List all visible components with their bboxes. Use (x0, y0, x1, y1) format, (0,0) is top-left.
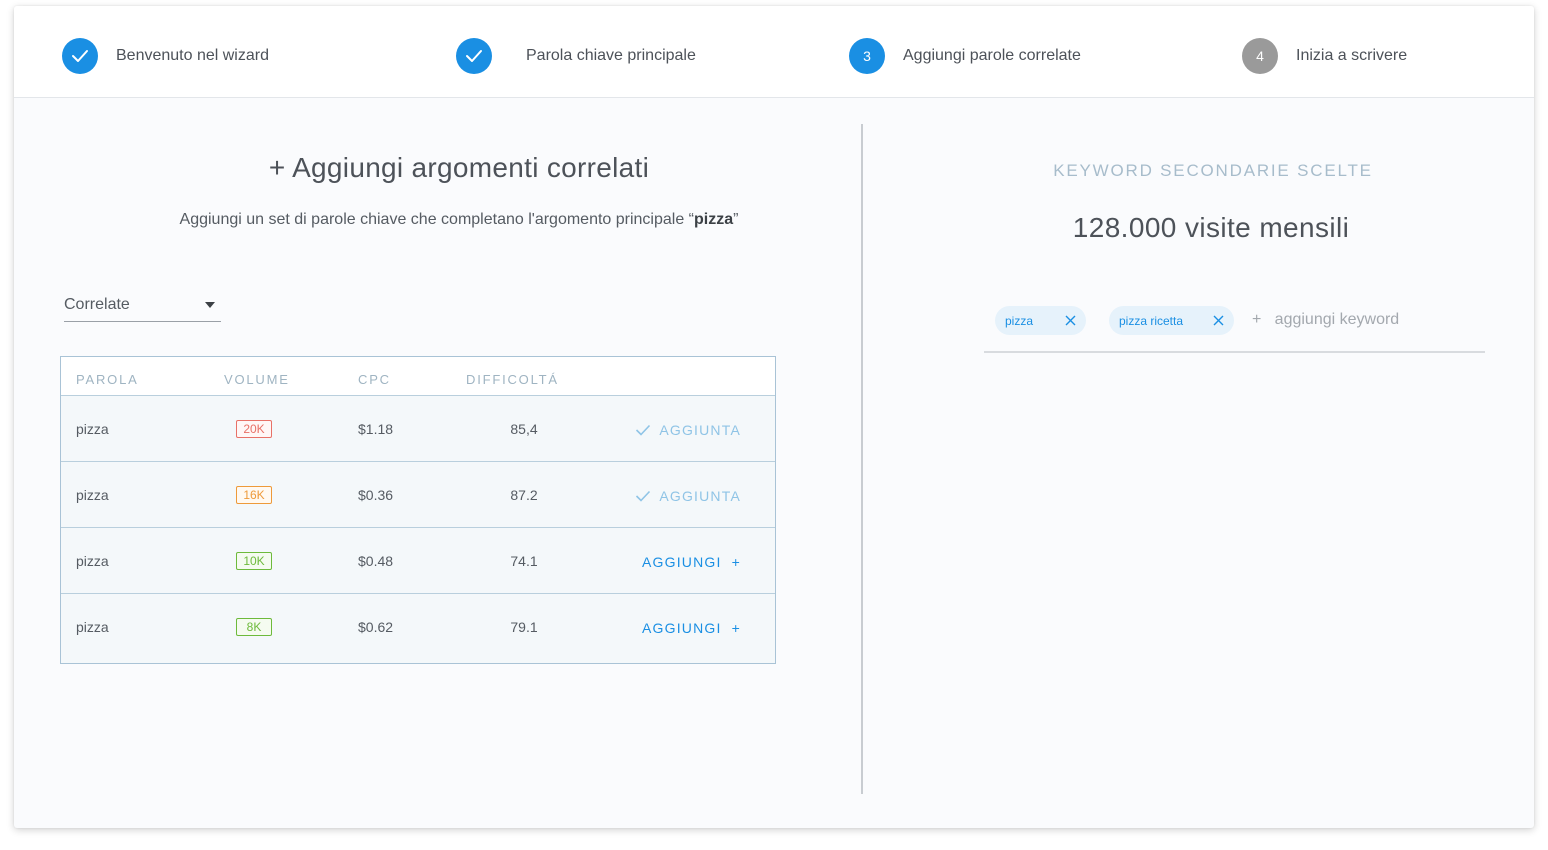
volume-badge: 10K (236, 552, 272, 570)
table-row: pizza 10K $0.48 74.1 AGGIUNGI + (61, 528, 775, 594)
step-label: Parola chiave principale (526, 47, 696, 64)
step-label: Benvenuto nel wizard (116, 47, 269, 64)
monthly-visits-total: 128.000 visite mensili (1072, 212, 1350, 243)
subtitle-text: Aggiungi un set di parole chiave che com… (179, 211, 695, 228)
keyword-cell: pizza (76, 553, 109, 569)
column-header-volume: Volume (224, 372, 290, 387)
check-icon (636, 490, 651, 502)
main-keyword: pizza (694, 211, 734, 228)
added-label: AGGIUNTA (659, 422, 741, 438)
step-number: 4 (1242, 38, 1278, 74)
close-icon[interactable] (1213, 315, 1224, 326)
add-keyword-button[interactable]: AGGIUNGI + (642, 554, 741, 570)
volume-badge: 20K (236, 420, 272, 438)
keyword-tag: pizza ricetta (1109, 306, 1234, 335)
tag-label: pizza (1005, 313, 1034, 328)
plus-icon: + (731, 554, 741, 570)
keyword-tag: pizza (995, 306, 1086, 335)
wizard-card: Benvenuto nel wizard Parola chiave princ… (14, 6, 1534, 828)
check-icon (62, 38, 98, 74)
added-button[interactable]: AGGIUNTA (635, 488, 741, 504)
step-welcome[interactable]: Benvenuto nel wizard (62, 38, 269, 74)
cpc-cell: $0.62 (358, 619, 394, 635)
added-button[interactable]: AGGIUNTA (635, 422, 741, 438)
tag-label: pizza ricetta (1119, 313, 1184, 328)
check-icon (456, 38, 492, 74)
selected-keywords-caption: KEYWORD SECONDARIE SCELTE (1053, 161, 1373, 180)
wizard-stepper: Benvenuto nel wizard Parola chiave princ… (14, 6, 1534, 98)
column-header-difficulty: Difficoltá (466, 372, 559, 387)
added-label: AGGIUNTA (659, 488, 741, 504)
add-label: AGGIUNGI (642, 554, 722, 570)
add-keyword-input[interactable]: + aggiungi keyword (1252, 311, 1399, 329)
close-icon[interactable] (1065, 315, 1076, 326)
step-label: Inizia a scrivere (1296, 47, 1408, 64)
table-header: Parola Volume CPC Difficoltá (61, 357, 775, 396)
step-number: 3 (849, 38, 885, 74)
column-header-cpc: CPC (358, 372, 391, 387)
cpc-cell: $1.18 (358, 421, 394, 437)
keyword-tag-input[interactable]: pizza pizza ricetta + aggiungi keyword (984, 302, 1485, 353)
panel-subtitle: Aggiungi un set di parole chiave che com… (74, 211, 844, 229)
keywords-table: Parola Volume CPC Difficoltá pizza 20K $… (60, 356, 776, 664)
step-main-keyword[interactable]: Parola chiave principale (456, 38, 696, 74)
keyword-cell: pizza (76, 619, 109, 635)
panel-title: + Aggiungi argomenti correlati (268, 152, 650, 183)
check-icon (636, 424, 651, 436)
keyword-cell: pizza (76, 487, 109, 503)
plus-icon: + (731, 620, 741, 636)
volume-badge: 8K (236, 618, 272, 636)
step-start-writing[interactable]: 4 Inizia a scrivere (1242, 38, 1407, 74)
subtitle-quote: ” (733, 211, 739, 228)
step-label: Aggiungi parole correlate (903, 47, 1081, 64)
table-row: pizza 16K $0.36 87.2 AGGIUNTA (61, 462, 775, 528)
caret-down-icon (205, 302, 215, 308)
difficulty-cell: 87.2 (510, 487, 538, 503)
cpc-cell: $0.48 (358, 553, 394, 569)
panel-divider (861, 124, 863, 794)
difficulty-cell: 85,4 (510, 421, 538, 437)
column-header-word: Parola (76, 372, 139, 387)
table-row: pizza 8K $0.62 79.1 AGGIUNGI + (61, 594, 775, 660)
filter-select-value: Correlate (64, 296, 130, 313)
add-keyword-button[interactable]: AGGIUNGI + (642, 620, 741, 636)
volume-badge: 16K (236, 486, 272, 504)
step-related-words[interactable]: 3 Aggiungi parole correlate (849, 38, 1081, 74)
cpc-cell: $0.36 (358, 487, 394, 503)
difficulty-cell: 79.1 (510, 619, 538, 635)
filter-select[interactable]: Correlate (64, 292, 221, 322)
table-row: pizza 20K $1.18 85,4 AGGIUNTA (61, 396, 775, 462)
difficulty-cell: 74.1 (510, 553, 538, 569)
keyword-cell: pizza (76, 421, 109, 437)
add-label: AGGIUNGI (642, 620, 722, 636)
